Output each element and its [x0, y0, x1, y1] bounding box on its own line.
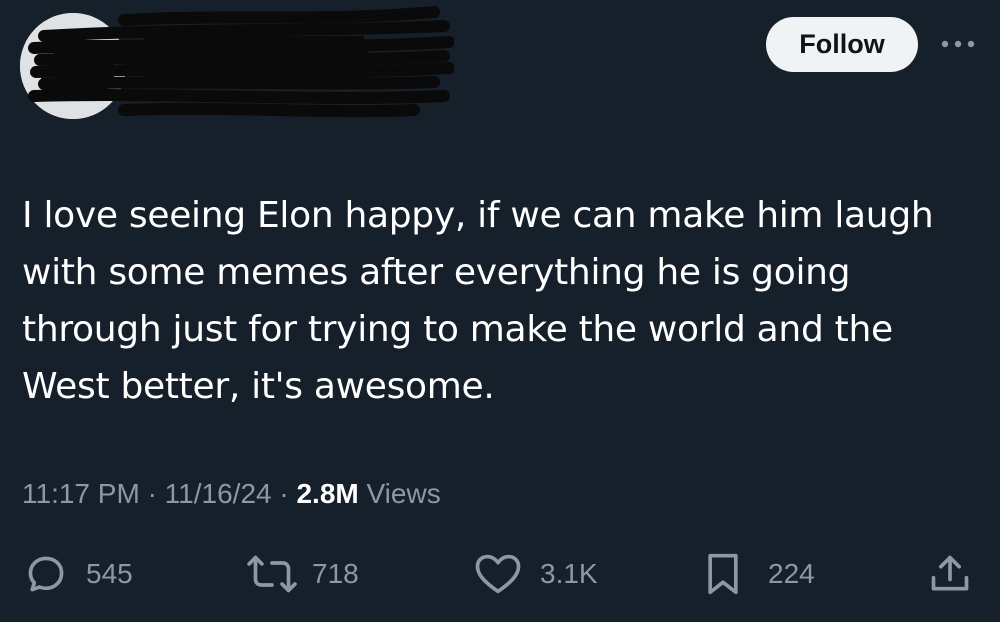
- views-count[interactable]: 2.8M: [296, 478, 358, 509]
- action-bar: 545 718 3.1K 224: [0, 548, 1000, 600]
- tweet-date[interactable]: 11/16/24: [165, 478, 272, 509]
- tweet-text: I love seeing Elon happy, if we can make…: [22, 195, 934, 407]
- reply-button[interactable]: 545: [24, 548, 133, 600]
- repost-count: 718: [312, 558, 359, 589]
- share-button[interactable]: [928, 548, 972, 600]
- tweet-time[interactable]: 11:17 PM: [22, 478, 140, 509]
- heart-icon: [475, 554, 521, 594]
- meta-separator: ·: [147, 478, 157, 509]
- more-horizontal-icon[interactable]: [940, 36, 976, 52]
- share-icon: [931, 555, 969, 591]
- follow-button[interactable]: Follow: [766, 17, 918, 72]
- meta-separator: ·: [279, 478, 289, 509]
- tweet-metadata: 11:17 PM · 11/16/24 · 2.8M Views: [22, 474, 441, 514]
- bookmark-button[interactable]: 224: [706, 548, 815, 600]
- avatar[interactable]: [20, 13, 126, 119]
- reply-icon: [28, 556, 64, 592]
- reply-count: 545: [86, 558, 133, 589]
- like-button[interactable]: 3.1K: [474, 548, 598, 600]
- like-count: 3.1K: [540, 558, 598, 589]
- tweet-card: Follow I love seeing Elon happy, if we c…: [0, 0, 1000, 622]
- repost-icon: [247, 555, 297, 593]
- bookmark-count: 224: [768, 558, 815, 589]
- bookmark-icon: [708, 553, 738, 595]
- repost-button[interactable]: 718: [246, 548, 359, 600]
- views-label: Views: [366, 478, 441, 509]
